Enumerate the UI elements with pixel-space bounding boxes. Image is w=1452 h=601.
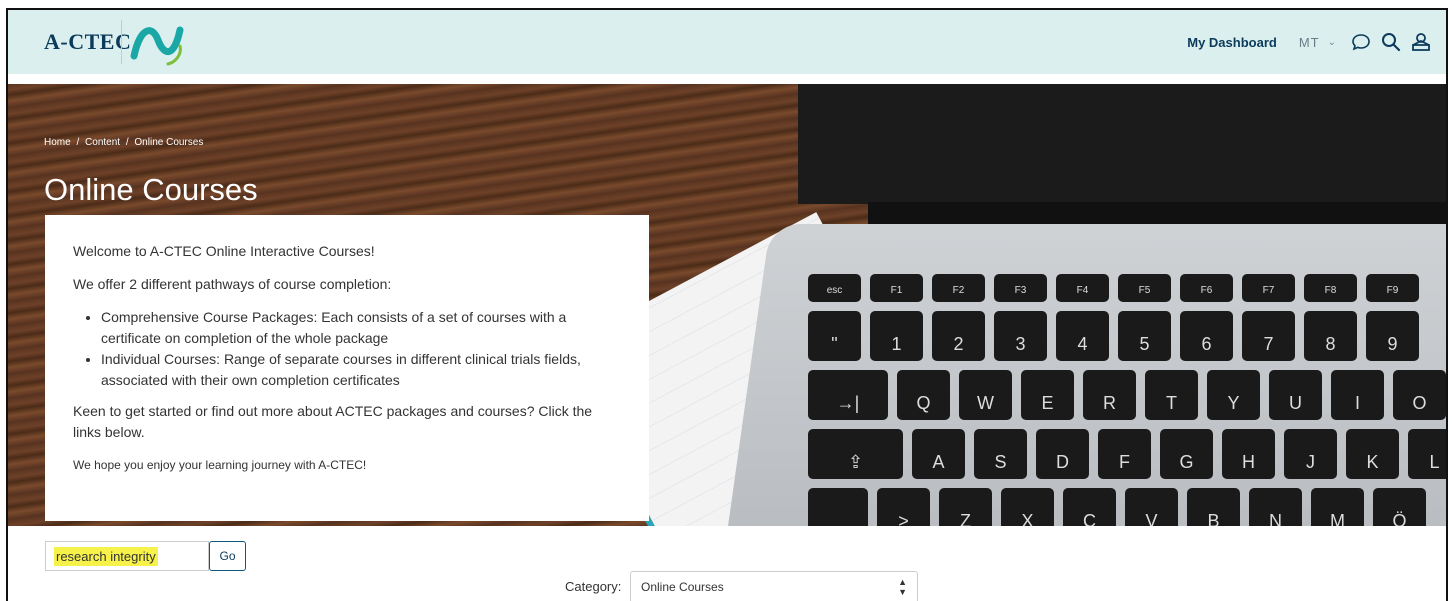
keyboard-key: 5 xyxy=(1118,311,1171,361)
keyboard-key: →| xyxy=(808,370,888,420)
category-select[interactable]: Online Courses ▲ ▼ xyxy=(630,571,918,601)
keyboard-key: F4 xyxy=(1056,274,1109,302)
breadcrumb-home[interactable]: Home xyxy=(44,137,71,148)
keyboard-key: esc xyxy=(808,274,861,302)
keyboard-key: S xyxy=(974,429,1027,479)
keyboard-key: Q xyxy=(897,370,950,420)
keyboard-key: D xyxy=(1036,429,1089,479)
intro-card: Welcome to A-CTEC Online Interactive Cou… xyxy=(45,215,649,521)
my-dashboard-link[interactable]: My Dashboard xyxy=(1187,35,1277,50)
category-label: Category: xyxy=(565,579,622,594)
course-search-input[interactable]: research integrity xyxy=(45,541,209,571)
keyboard-key: R xyxy=(1083,370,1136,420)
intro-welcome: Welcome to A-CTEC Online Interactive Cou… xyxy=(73,243,375,259)
list-item: Comprehensive Course Packages: Each cons… xyxy=(101,307,621,349)
keyboard-key: M xyxy=(1311,488,1364,526)
pathway-list: Comprehensive Course Packages: Each cons… xyxy=(73,307,621,391)
keyboard-key: O xyxy=(1393,370,1446,420)
logo-text[interactable]: A-CTEC xyxy=(44,29,131,55)
intro-closing: We hope you enjoy your learning journey … xyxy=(73,458,367,472)
top-navbar: A-CTEC My Dashboard MT ⌄ xyxy=(8,10,1446,74)
user-avatar[interactable]: MT xyxy=(1299,35,1320,50)
logo-divider xyxy=(121,20,122,64)
keyboard-key: Ö xyxy=(1373,488,1426,526)
keyboard-key: J xyxy=(1284,429,1337,479)
keyboard-row: > Z X C V B N M Ö xyxy=(808,488,1446,526)
breadcrumb-separator: / xyxy=(125,137,129,148)
hero-banner: esc F1 F2 F3 F4 F5 F6 F7 F8 F9 " 1 2 3 4 5 6 7 8 9 →| Q W E R T… xyxy=(8,84,1446,526)
list-item: Individual Courses: Range of separate co… xyxy=(101,349,621,391)
keyboard-key xyxy=(808,488,868,526)
keyboard-key: F8 xyxy=(1304,274,1357,302)
keyboard-key: B xyxy=(1187,488,1240,526)
header-nav: My Dashboard MT ⌄ xyxy=(1187,10,1446,74)
keyboard-row: →| Q W E R T Y U I O xyxy=(808,370,1446,420)
keyboard-key: E xyxy=(1021,370,1074,420)
user-menu-icon[interactable] xyxy=(1410,31,1432,53)
logo-mark-icon[interactable] xyxy=(126,18,190,68)
keyboard-key: I xyxy=(1331,370,1384,420)
keyboard-key: K xyxy=(1346,429,1399,479)
keyboard-key: X xyxy=(1001,488,1054,526)
keyboard-key: F7 xyxy=(1242,274,1295,302)
laptop-screen-image xyxy=(798,84,1446,204)
keyboard-image: esc F1 F2 F3 F4 F5 F6 F7 F8 F9 " 1 2 3 4 5 6 7 8 9 →| Q W E R T… xyxy=(808,274,1446,526)
chat-icon[interactable] xyxy=(1350,31,1372,53)
keyboard-key: 1 xyxy=(870,311,923,361)
keyboard-key: F2 xyxy=(932,274,985,302)
search-icon[interactable] xyxy=(1380,31,1402,53)
keyboard-key: F5 xyxy=(1118,274,1171,302)
keyboard-key: V xyxy=(1125,488,1178,526)
keyboard-key: F9 xyxy=(1366,274,1419,302)
keyboard-key: W xyxy=(959,370,1012,420)
page-frame: A-CTEC My Dashboard MT ⌄ esc F1 F2 F3 F4… xyxy=(6,8,1448,601)
keyboard-key: ⇪ xyxy=(808,429,903,479)
intro-cta: Keen to get started or find out more abo… xyxy=(73,403,593,440)
keyboard-key: F1 xyxy=(870,274,923,302)
keyboard-key: F xyxy=(1098,429,1151,479)
keyboard-key: U xyxy=(1269,370,1322,420)
keyboard-key: 9 xyxy=(1366,311,1419,361)
keyboard-key: F6 xyxy=(1180,274,1233,302)
keyboard-key: C xyxy=(1063,488,1116,526)
keyboard-key: 6 xyxy=(1180,311,1233,361)
keyboard-row: esc F1 F2 F3 F4 F5 F6 F7 F8 F9 xyxy=(808,274,1446,302)
category-selected-value: Online Courses xyxy=(641,580,724,594)
search-query-highlight: research integrity xyxy=(54,546,158,566)
keyboard-row: ⇪ A S D F G H J K L xyxy=(808,429,1446,479)
keyboard-key: " xyxy=(808,311,861,361)
keyboard-key: F3 xyxy=(994,274,1047,302)
page-title: Online Courses xyxy=(44,172,258,207)
keyboard-key: > xyxy=(877,488,930,526)
keyboard-row: " 1 2 3 4 5 6 7 8 9 xyxy=(808,311,1446,361)
keyboard-key: H xyxy=(1222,429,1275,479)
breadcrumb-current: Online Courses xyxy=(134,137,204,148)
keyboard-key: L xyxy=(1408,429,1446,479)
breadcrumb-separator: / xyxy=(76,137,80,148)
breadcrumb-content[interactable]: Content xyxy=(85,137,120,148)
keyboard-key: A xyxy=(912,429,965,479)
keyboard-key: 4 xyxy=(1056,311,1109,361)
keyboard-key: N xyxy=(1249,488,1302,526)
select-arrows-icon: ▲ ▼ xyxy=(898,577,907,597)
keyboard-key: 2 xyxy=(932,311,985,361)
breadcrumb: Home / Content / Online Courses xyxy=(44,137,203,148)
keyboard-key: 7 xyxy=(1242,311,1295,361)
keyboard-key: Z xyxy=(939,488,992,526)
keyboard-key: 8 xyxy=(1304,311,1357,361)
keyboard-key: Y xyxy=(1207,370,1260,420)
keyboard-key: 3 xyxy=(994,311,1047,361)
go-button[interactable]: Go xyxy=(209,541,246,571)
keyboard-key: G xyxy=(1160,429,1213,479)
intro-pathways: We offer 2 different pathways of course … xyxy=(73,276,392,292)
keyboard-key: T xyxy=(1145,370,1198,420)
user-menu-chevron-icon[interactable]: ⌄ xyxy=(1328,37,1336,48)
